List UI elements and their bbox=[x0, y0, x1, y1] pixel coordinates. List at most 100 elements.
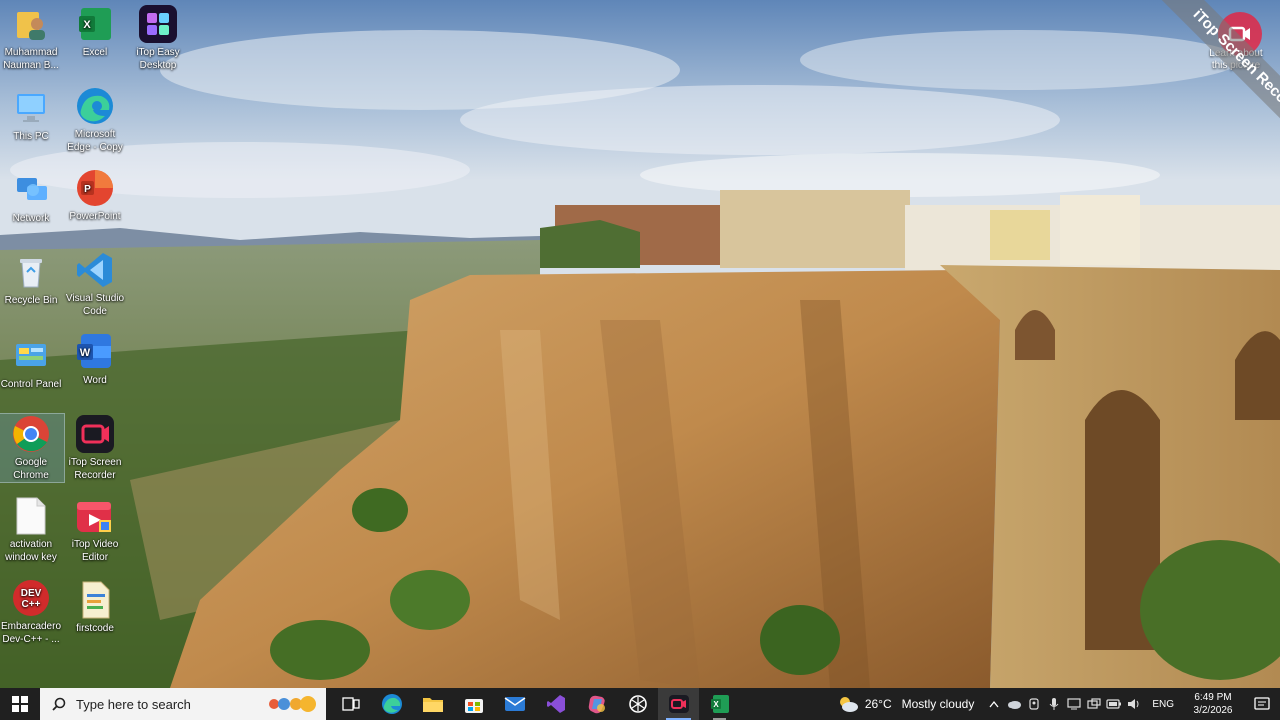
chrome-icon bbox=[11, 414, 51, 454]
this-pc-icon bbox=[11, 88, 51, 128]
desktop-icon-this-pc[interactable]: This PC bbox=[0, 88, 64, 143]
taskbar: Type here to search X 26°C Mostly cloudy bbox=[0, 688, 1280, 720]
desktop-icon-label: Control Panel bbox=[0, 379, 62, 390]
desktop-icon-label: Google Chrome bbox=[13, 457, 49, 481]
search-icon bbox=[52, 697, 66, 711]
onedrive-tray-icon[interactable] bbox=[1004, 688, 1024, 720]
recycle-bin-icon bbox=[11, 252, 51, 292]
edge-icon bbox=[381, 694, 402, 714]
desktop-icon-itop-screen-recorder[interactable]: iTop Screen Recorder bbox=[62, 414, 128, 482]
battery-tray-icon[interactable] bbox=[1104, 688, 1124, 720]
network-icon bbox=[11, 170, 51, 210]
desktop-icon-itop-easy-desktop[interactable]: iTop Easy Desktop bbox=[125, 4, 191, 72]
task-view-button[interactable] bbox=[330, 688, 371, 720]
input-language[interactable]: ENG bbox=[1144, 699, 1182, 710]
excel-icon: X bbox=[75, 4, 115, 44]
taskbar-copilot[interactable] bbox=[576, 688, 617, 720]
desktop-icon-grid: Muhammad Nauman B... X Excel iTop Easy D… bbox=[0, 0, 200, 688]
desktop-icon-user-folder[interactable]: Muhammad Nauman B... bbox=[0, 4, 64, 72]
desktop-icon-label: iTop Screen Recorder bbox=[68, 457, 122, 481]
desktop-icon-label: Embarcadero Dev-C++ - ... bbox=[0, 621, 62, 645]
camera-icon bbox=[1029, 698, 1039, 710]
search-highlight-icon bbox=[264, 694, 318, 714]
desktop-icon-word[interactable]: W Word bbox=[62, 332, 128, 387]
microphone-icon bbox=[1049, 698, 1059, 710]
desktop-icon-label: This PC bbox=[13, 131, 49, 142]
desktop-icon-firstcode[interactable]: firstcode bbox=[62, 580, 128, 635]
taskbar-chatgpt[interactable] bbox=[617, 688, 658, 720]
desktop-icon-activation-key[interactable]: activation window key bbox=[0, 496, 64, 564]
desktop-icon-recycle-bin[interactable]: Recycle Bin bbox=[0, 252, 64, 307]
system-tray: 26°C Mostly cloudy ENG 6:49 PM 3/2/2026 bbox=[827, 688, 1280, 720]
visual-studio-icon bbox=[546, 695, 565, 713]
desktop-icon-chrome[interactable]: Google Chrome bbox=[0, 413, 65, 483]
start-button[interactable] bbox=[0, 688, 40, 720]
desktop-icon-edge[interactable]: Microsoft Edge - Copy bbox=[62, 86, 128, 154]
desktop-icon-vscode[interactable]: Visual Studio Code bbox=[62, 250, 128, 318]
desktop-icon-label: Network bbox=[12, 213, 50, 224]
notification-center-button[interactable] bbox=[1244, 688, 1280, 720]
svg-text:X: X bbox=[713, 700, 719, 709]
desktop-icon-powerpoint[interactable]: P PowerPoint bbox=[62, 168, 128, 223]
taskbar-clock[interactable]: 6:49 PM 3/2/2026 bbox=[1182, 691, 1244, 717]
camera-tray-icon[interactable] bbox=[1024, 688, 1044, 720]
clock-date: 3/2/2026 bbox=[1193, 705, 1233, 716]
user-folder-icon bbox=[11, 4, 51, 44]
desktop-icon-excel[interactable]: X Excel bbox=[62, 4, 128, 59]
desktop-icon-label: iTop Video Editor bbox=[71, 539, 119, 563]
cloudy-weather-icon bbox=[839, 697, 858, 712]
itop-video-editor-icon bbox=[75, 496, 115, 536]
battery-icon bbox=[1106, 699, 1122, 709]
svg-text:C++: C++ bbox=[22, 599, 41, 610]
svg-text:DEV: DEV bbox=[21, 588, 42, 599]
windows-logo-icon bbox=[12, 696, 28, 712]
excel-icon: X bbox=[710, 695, 729, 713]
show-hidden-icons-button[interactable] bbox=[984, 688, 1004, 720]
itop-easy-desktop-icon bbox=[138, 4, 178, 44]
desktop-icon-label: PowerPoint bbox=[69, 211, 121, 222]
svg-text:X: X bbox=[83, 19, 91, 31]
volume-tray-icon[interactable] bbox=[1124, 688, 1144, 720]
desktop-icon-devcpp[interactable]: DEV C++ Embarcadero Dev-C++ - ... bbox=[0, 578, 64, 646]
clock-time: 6:49 PM bbox=[1194, 692, 1232, 703]
microphone-tray-icon[interactable] bbox=[1044, 688, 1064, 720]
mail-icon bbox=[504, 697, 525, 711]
desktop-icon-network[interactable]: Network bbox=[0, 170, 64, 225]
devcpp-icon: DEV C++ bbox=[11, 578, 51, 618]
vscode-icon bbox=[75, 250, 115, 290]
svg-text:P: P bbox=[84, 184, 91, 195]
desktop-icon-label: activation window key bbox=[5, 539, 57, 563]
word-icon: W bbox=[75, 332, 115, 372]
chatgpt-icon bbox=[628, 695, 647, 713]
display-tray-icon[interactable] bbox=[1064, 688, 1084, 720]
network-tray-icon[interactable] bbox=[1084, 688, 1104, 720]
desktop-icon-label: Recycle Bin bbox=[4, 295, 58, 306]
taskbar-search-box[interactable]: Type here to search bbox=[40, 688, 326, 720]
desktop-icon-label: iTop Easy Desktop bbox=[136, 47, 180, 71]
desktop-icon-label: Word bbox=[83, 375, 107, 386]
store-icon bbox=[464, 699, 483, 713]
weather-temperature: 26°C bbox=[864, 697, 892, 711]
desktop-icon-control-panel[interactable]: Control Panel bbox=[0, 336, 64, 391]
taskbar-edge[interactable] bbox=[371, 688, 412, 720]
taskbar-mail[interactable] bbox=[494, 688, 535, 720]
search-placeholder: Type here to search bbox=[76, 696, 191, 712]
desktop-icon-label: Visual Studio Code bbox=[65, 293, 125, 317]
desktop-icon-label: Muhammad Nauman B... bbox=[3, 47, 59, 71]
taskbar-itop-screen-recorder[interactable] bbox=[658, 688, 699, 720]
taskbar-visual-studio[interactable] bbox=[535, 688, 576, 720]
task-view-icon bbox=[341, 697, 360, 711]
desktop-icon-label: Microsoft Edge - Copy bbox=[67, 129, 123, 153]
itop-screen-recorder-icon bbox=[668, 695, 689, 713]
copilot-icon bbox=[588, 695, 605, 714]
taskbar-excel[interactable]: X bbox=[699, 688, 740, 720]
desktop-icon-itop-video-editor[interactable]: iTop Video Editor bbox=[62, 496, 128, 564]
taskbar-microsoft-store[interactable] bbox=[453, 688, 494, 720]
text-file-icon bbox=[11, 496, 51, 536]
taskbar-file-explorer[interactable] bbox=[412, 688, 453, 720]
weather-widget[interactable]: 26°C Mostly cloudy bbox=[827, 695, 985, 713]
monitor-icon bbox=[1067, 698, 1081, 710]
itop-screen-recorder-icon bbox=[75, 414, 115, 454]
notification-icon bbox=[1254, 697, 1270, 710]
svg-text:W: W bbox=[80, 347, 91, 359]
